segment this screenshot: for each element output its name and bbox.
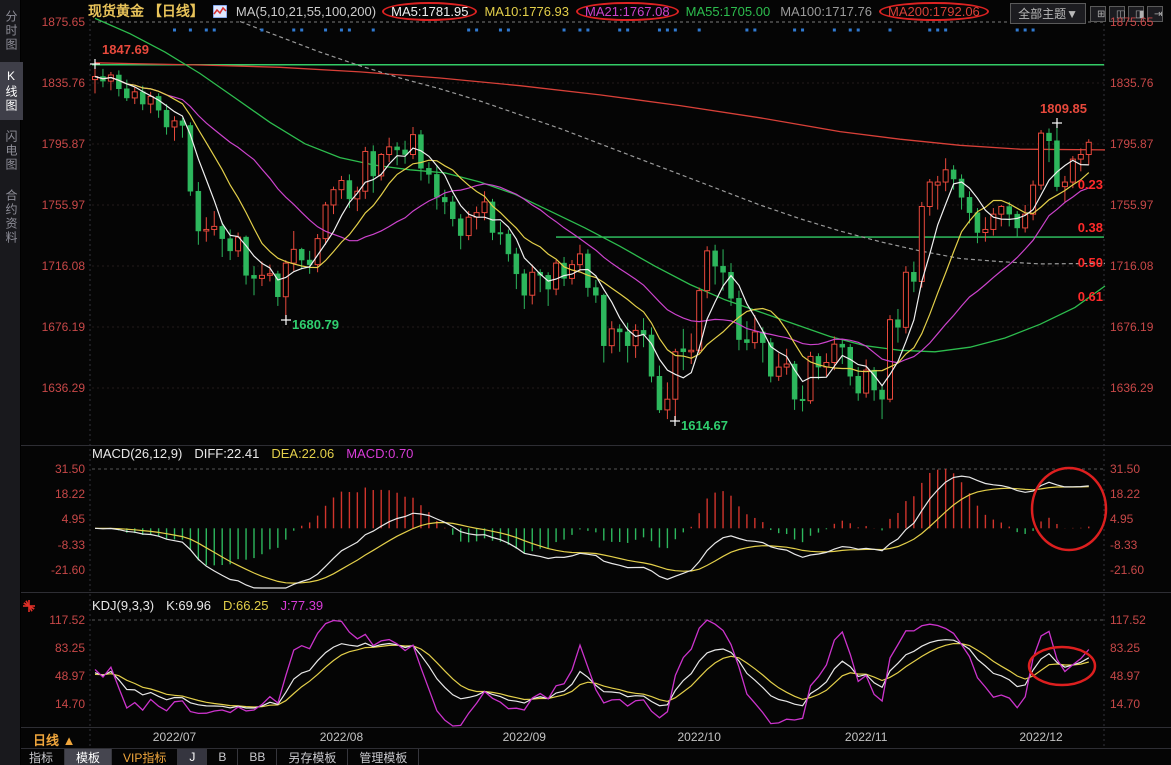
x-axis-label-2022-08: 2022/08	[320, 730, 363, 744]
price-annotation-1680.79: 1680.79	[292, 317, 339, 332]
macd-axis-left-4: -21.60	[29, 563, 85, 577]
price-annotation-1809.85: 1809.85	[1040, 101, 1087, 116]
macd-axis-right-3: -8.33	[1110, 538, 1166, 552]
x-axis-label-2022-07: 2022/07	[153, 730, 196, 744]
fib-level-label-0.61: 0.61	[1043, 290, 1103, 304]
macd-axis-left-0: 31.50	[29, 462, 85, 476]
ma-value-1: MA10:1776.93	[484, 4, 569, 19]
ma-value-5: MA200:1792.06	[879, 2, 989, 21]
ma-value-0: MA5:1781.95	[382, 2, 477, 21]
price-axis-left-3: 1755.97	[29, 198, 85, 212]
kdj-j-value: J:77.39	[281, 598, 324, 613]
macd-axis-right-4: -21.60	[1110, 563, 1166, 577]
ma-value-3: MA55:1705.00	[686, 4, 771, 19]
macd-axis-left-2: 4.95	[29, 512, 85, 526]
price-axis-right-1: 1835.76	[1110, 76, 1166, 90]
price-annotation-1614.67: 1614.67	[681, 418, 728, 433]
price-axis-right-6: 1636.29	[1110, 381, 1166, 395]
sidebar-item-0[interactable]: 分时图	[0, 3, 23, 59]
price-axis-right-0: 1875.65	[1110, 15, 1166, 29]
price-axis-left-0: 1875.65	[29, 15, 85, 29]
kdj-axis-right-2: 48.97	[1110, 669, 1166, 683]
x-axis-label-2022-10: 2022/10	[677, 730, 720, 744]
symbol-title: 现货黄金 【日线】	[88, 1, 204, 21]
kdj-k-value: K:69.96	[166, 598, 211, 613]
sidebar-item-2[interactable]: 闪电图	[0, 123, 23, 179]
macd-dea-value: DEA:22.06	[271, 446, 334, 461]
toolbar-tab-5[interactable]: BB	[238, 749, 277, 765]
macd-title: MACD(26,12,9)	[92, 446, 182, 461]
pan-move-icon[interactable]: ⊞	[1090, 6, 1106, 22]
trading-app: 分时图 K线图闪电图合约资料 现货黄金 【日线】 MA(5,10,21,55,10…	[0, 0, 1171, 765]
sidebar-item-3[interactable]: 合约资料	[0, 182, 23, 252]
chart-header: 现货黄金 【日线】 MA(5,10,21,55,100,200) MA5:178…	[88, 2, 986, 20]
price-axis-left-4: 1716.08	[29, 259, 85, 273]
kdj-d-value: D:66.25	[223, 598, 269, 613]
ma-value-2: MA21:1767.08	[576, 2, 679, 21]
macd-axis-right-0: 31.50	[1110, 462, 1166, 476]
kdj-title: KDJ(9,3,3)	[92, 598, 154, 613]
toolbar-tab-4[interactable]: B	[207, 749, 238, 765]
toolbar-tab-1[interactable]: 模板	[65, 749, 112, 765]
period-selector[interactable]: 日线 ▲	[33, 730, 75, 749]
toolbar-tab-7[interactable]: 管理模板	[348, 749, 419, 765]
price-axis-right-2: 1795.87	[1110, 137, 1166, 151]
theme-dropdown-button[interactable]: 全部主题▼	[1010, 3, 1086, 24]
x-axis-label-2022-12: 2022/12	[1019, 730, 1062, 744]
kdj-axis-left-3: 14.70	[29, 697, 85, 711]
macd-axis-left-1: 18.22	[29, 487, 85, 501]
sidebar-item-1[interactable]: K线图	[0, 62, 23, 120]
ma-values: MA5:1781.95 MA10:1776.93 MA21:1767.08 MA55:…	[385, 4, 986, 19]
toolbar-tab-2[interactable]: VIP指标	[112, 749, 178, 765]
kdj-header: KDJ(9,3,3) K:69.96 D:66.25 J:77.39	[92, 598, 323, 613]
toolbar-tab-0[interactable]: 指标	[18, 749, 65, 765]
kdj-axis-left-0: 117.52	[29, 613, 85, 627]
price-axis-left-2: 1795.87	[29, 137, 85, 151]
kdj-axis-right-0: 117.52	[1110, 613, 1166, 627]
price-axis-left-6: 1636.29	[29, 381, 85, 395]
price-axis-right-4: 1716.08	[1110, 259, 1166, 273]
chart-type-sidebar: 分时图 K线图闪电图合约资料	[0, 0, 21, 765]
macd-header: MACD(26,12,9) DIFF:22.41 DEA:22.06 MACD:…	[92, 446, 413, 461]
toolbar-tab-3[interactable]: J	[178, 749, 207, 765]
fib-level-label-0.50: 0.50	[1043, 256, 1103, 270]
chart-canvas[interactable]	[0, 0, 1171, 765]
macd-axis-right-1: 18.22	[1110, 487, 1166, 501]
price-annotation-1847.69: 1847.69	[102, 42, 149, 57]
macd-value: MACD:0.70	[346, 446, 413, 461]
kdj-axis-left-1: 83.25	[29, 641, 85, 655]
kdj-axis-right-3: 14.70	[1110, 697, 1166, 711]
bottom-toolbar: 指标模板VIP指标JBBB另存模板管理模板	[18, 749, 419, 765]
kdj-axis-left-2: 48.97	[29, 669, 85, 683]
kdj-axis-right-1: 83.25	[1110, 641, 1166, 655]
ma-indicator-icon	[213, 5, 227, 18]
fib-level-label-0.38: 0.38	[1043, 221, 1103, 235]
macd-diff-value: DIFF:22.41	[194, 446, 259, 461]
x-axis-label-2022-09: 2022/09	[503, 730, 546, 744]
macd-axis-left-3: -8.33	[29, 538, 85, 552]
price-axis-left-1: 1835.76	[29, 76, 85, 90]
fib-level-label-0.23: 0.23	[1043, 178, 1103, 192]
toolbar-tab-6[interactable]: 另存模板	[277, 749, 348, 765]
price-axis-left-5: 1676.19	[29, 320, 85, 334]
x-axis-label-2022-11: 2022/11	[845, 730, 888, 744]
ma-value-4: MA100:1717.76	[780, 4, 872, 19]
macd-axis-right-2: 4.95	[1110, 512, 1166, 526]
price-axis-right-5: 1676.19	[1110, 320, 1166, 334]
ma-config-label: MA(5,10,21,55,100,200)	[236, 4, 376, 19]
price-axis-right-3: 1755.97	[1110, 198, 1166, 212]
